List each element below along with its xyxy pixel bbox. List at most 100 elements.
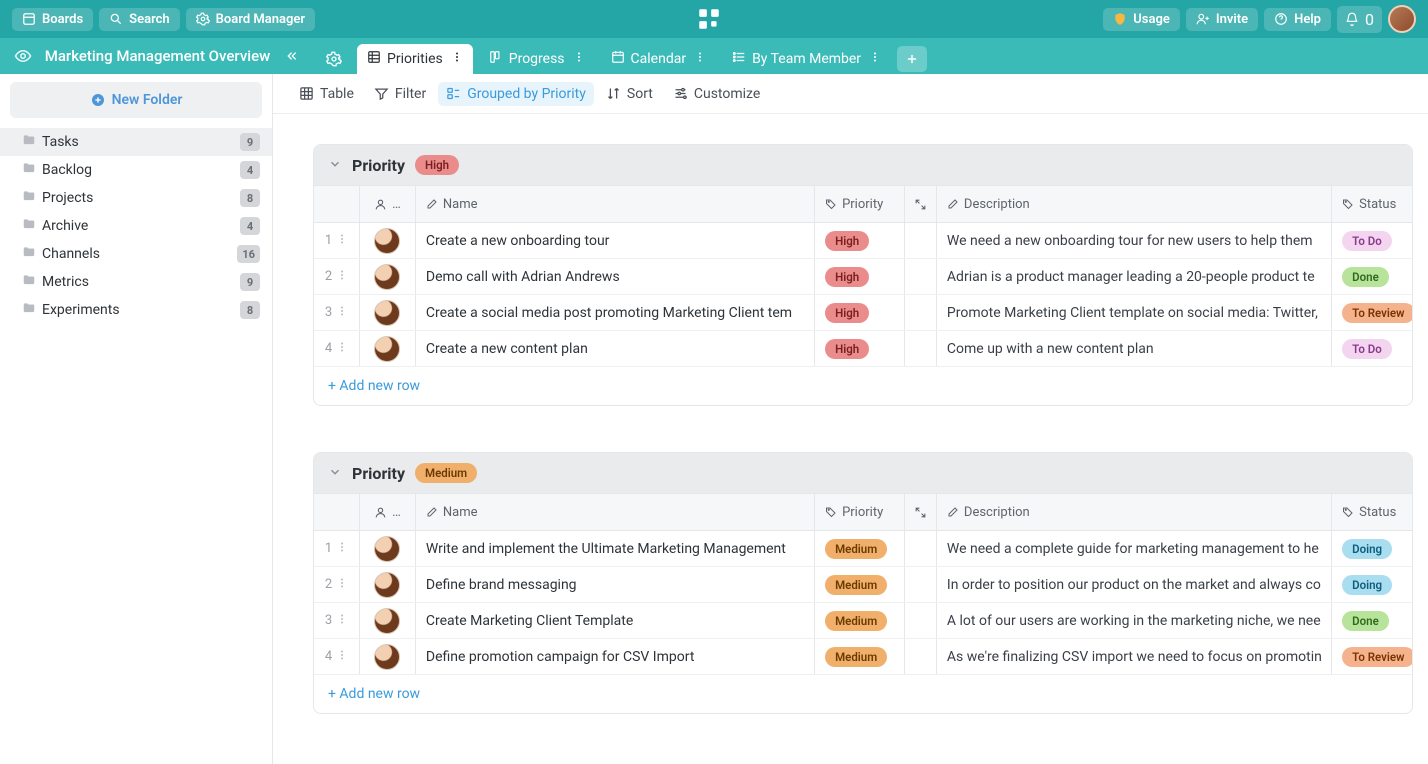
status-pill[interactable]: Done — [1342, 611, 1389, 631]
toolbar-table[interactable]: Table — [291, 82, 362, 106]
col-priority[interactable]: Priority — [815, 186, 905, 222]
table-row[interactable]: 1Create a new onboarding tourHighWe need… — [314, 223, 1412, 259]
tab-menu-icon[interactable] — [451, 50, 463, 68]
add-row-button[interactable]: + Add new row — [314, 675, 1412, 713]
row-menu-icon[interactable] — [336, 576, 348, 594]
collapse-sidebar-icon[interactable] — [283, 48, 299, 64]
assignee-avatar[interactable] — [374, 644, 400, 670]
sidebar-item-label: Experiments — [42, 302, 240, 318]
row-menu-icon[interactable] — [336, 232, 348, 250]
table-row[interactable]: 1Write and implement the Ultimate Market… — [314, 531, 1412, 567]
add-view-button[interactable] — [897, 46, 927, 72]
search-button[interactable]: Search — [99, 8, 180, 31]
status-pill[interactable]: Doing — [1342, 575, 1392, 595]
toolbar-customize[interactable]: Customize — [665, 82, 768, 106]
assignee-avatar[interactable] — [374, 572, 400, 598]
toolbar-sort[interactable]: Sort — [598, 82, 661, 106]
view-tab-calendar[interactable]: Calendar — [601, 44, 717, 74]
row-menu-icon[interactable] — [336, 648, 348, 666]
status-pill[interactable]: To Do — [1342, 339, 1392, 359]
group: PriorityHigh…NamePriority DescriptionStat… — [313, 144, 1413, 406]
row-number: 4 — [325, 649, 332, 664]
col-expand[interactable] — [905, 186, 937, 222]
invite-button[interactable]: Invite — [1186, 8, 1258, 31]
col-description[interactable]: Description — [937, 186, 1332, 222]
table-row[interactable]: 4Create a new content planHighCome up wi… — [314, 331, 1412, 367]
status-pill[interactable]: Doing — [1342, 539, 1392, 559]
col-status[interactable]: Status — [1332, 494, 1412, 530]
toolbar-group[interactable]: Grouped by Priority — [438, 82, 594, 106]
sidebar-item-metrics[interactable]: Metrics9 — [0, 268, 272, 296]
col-name[interactable]: Name — [416, 494, 815, 530]
help-button[interactable]: Help — [1264, 8, 1331, 31]
sidebar-item-backlog[interactable]: Backlog4 — [0, 156, 272, 184]
calendar-icon — [611, 50, 625, 68]
col-description[interactable]: Description — [937, 494, 1332, 530]
priority-pill[interactable]: Medium — [825, 575, 887, 595]
col-status-label: Status — [1359, 505, 1396, 520]
col-expand[interactable] — [905, 494, 937, 530]
tab-menu-icon[interactable] — [573, 50, 585, 68]
row-menu-icon[interactable] — [336, 540, 348, 558]
status-pill[interactable]: To Do — [1342, 231, 1392, 251]
assignee-avatar[interactable] — [374, 264, 400, 290]
notifications-button[interactable]: 0 — [1337, 6, 1382, 33]
status-pill[interactable]: To Review — [1342, 647, 1412, 667]
view-tab-priorities[interactable]: Priorities — [357, 44, 473, 74]
col-status[interactable]: Status — [1332, 186, 1412, 222]
sidebar-item-experiments[interactable]: Experiments8 — [0, 296, 272, 324]
usage-button[interactable]: Usage — [1103, 8, 1180, 31]
row-menu-icon[interactable] — [336, 304, 348, 322]
table-row[interactable]: 3Create Marketing Client TemplateMediumA… — [314, 603, 1412, 639]
group-header[interactable]: PriorityMedium — [314, 453, 1412, 493]
status-pill[interactable]: To Review — [1342, 303, 1412, 323]
assignee-avatar[interactable] — [374, 336, 400, 362]
priority-pill[interactable]: High — [825, 339, 869, 359]
group-header[interactable]: PriorityHigh — [314, 145, 1412, 185]
col-assignee[interactable]: … — [360, 186, 416, 222]
priority-pill[interactable]: Medium — [825, 611, 887, 631]
table-row[interactable]: 2Define brand messagingMediumIn order to… — [314, 567, 1412, 603]
table-row[interactable]: 2Demo call with Adrian AndrewsHighAdrian… — [314, 259, 1412, 295]
priority-pill[interactable]: High — [825, 267, 869, 287]
sidebar-item-tasks[interactable]: Tasks9 — [0, 128, 272, 156]
col-assignee[interactable]: … — [360, 494, 416, 530]
view-tab-progress[interactable]: Progress — [479, 44, 595, 74]
priority-pill[interactable]: High — [825, 231, 869, 251]
assignee-avatar[interactable] — [374, 300, 400, 326]
row-menu-icon[interactable] — [336, 612, 348, 630]
toolbar-customize-label: Customize — [694, 86, 760, 102]
view-tab-label: By Team Member — [752, 51, 861, 67]
table-row[interactable]: 4Define promotion campaign for CSV Impor… — [314, 639, 1412, 675]
visibility-icon[interactable] — [14, 47, 32, 65]
assignee-avatar[interactable] — [374, 228, 400, 254]
col-name[interactable]: Name — [416, 186, 815, 222]
priority-pill[interactable]: Medium — [825, 539, 887, 559]
sidebar-item-projects[interactable]: Projects8 — [0, 184, 272, 212]
board-manager-button[interactable]: Board Manager — [186, 8, 315, 31]
view-settings-button[interactable] — [317, 44, 351, 74]
sort-icon — [606, 86, 621, 101]
col-priority[interactable]: Priority — [815, 494, 905, 530]
assignee-avatar[interactable] — [374, 608, 400, 634]
tab-menu-icon[interactable] — [869, 50, 881, 68]
table-icon — [367, 50, 381, 68]
toolbar-filter[interactable]: Filter — [366, 82, 434, 106]
chevron-down-icon[interactable] — [328, 464, 342, 483]
add-row-button[interactable]: + Add new row — [314, 367, 1412, 405]
sidebar-item-channels[interactable]: Channels16 — [0, 240, 272, 268]
sidebar-item-archive[interactable]: Archive4 — [0, 212, 272, 240]
table-row[interactable]: 3Create a social media post promoting Ma… — [314, 295, 1412, 331]
avatar[interactable] — [1388, 5, 1416, 33]
view-tab-by-team-member[interactable]: By Team Member — [722, 44, 891, 74]
priority-pill[interactable]: Medium — [825, 647, 887, 667]
tab-menu-icon[interactable] — [694, 50, 706, 68]
priority-pill[interactable]: High — [825, 303, 869, 323]
status-pill[interactable]: Done — [1342, 267, 1389, 287]
new-folder-button[interactable]: New Folder — [10, 82, 262, 118]
row-menu-icon[interactable] — [336, 340, 348, 358]
boards-button[interactable]: Boards — [12, 8, 93, 31]
row-menu-icon[interactable] — [336, 268, 348, 286]
chevron-down-icon[interactable] — [328, 156, 342, 175]
assignee-avatar[interactable] — [374, 536, 400, 562]
